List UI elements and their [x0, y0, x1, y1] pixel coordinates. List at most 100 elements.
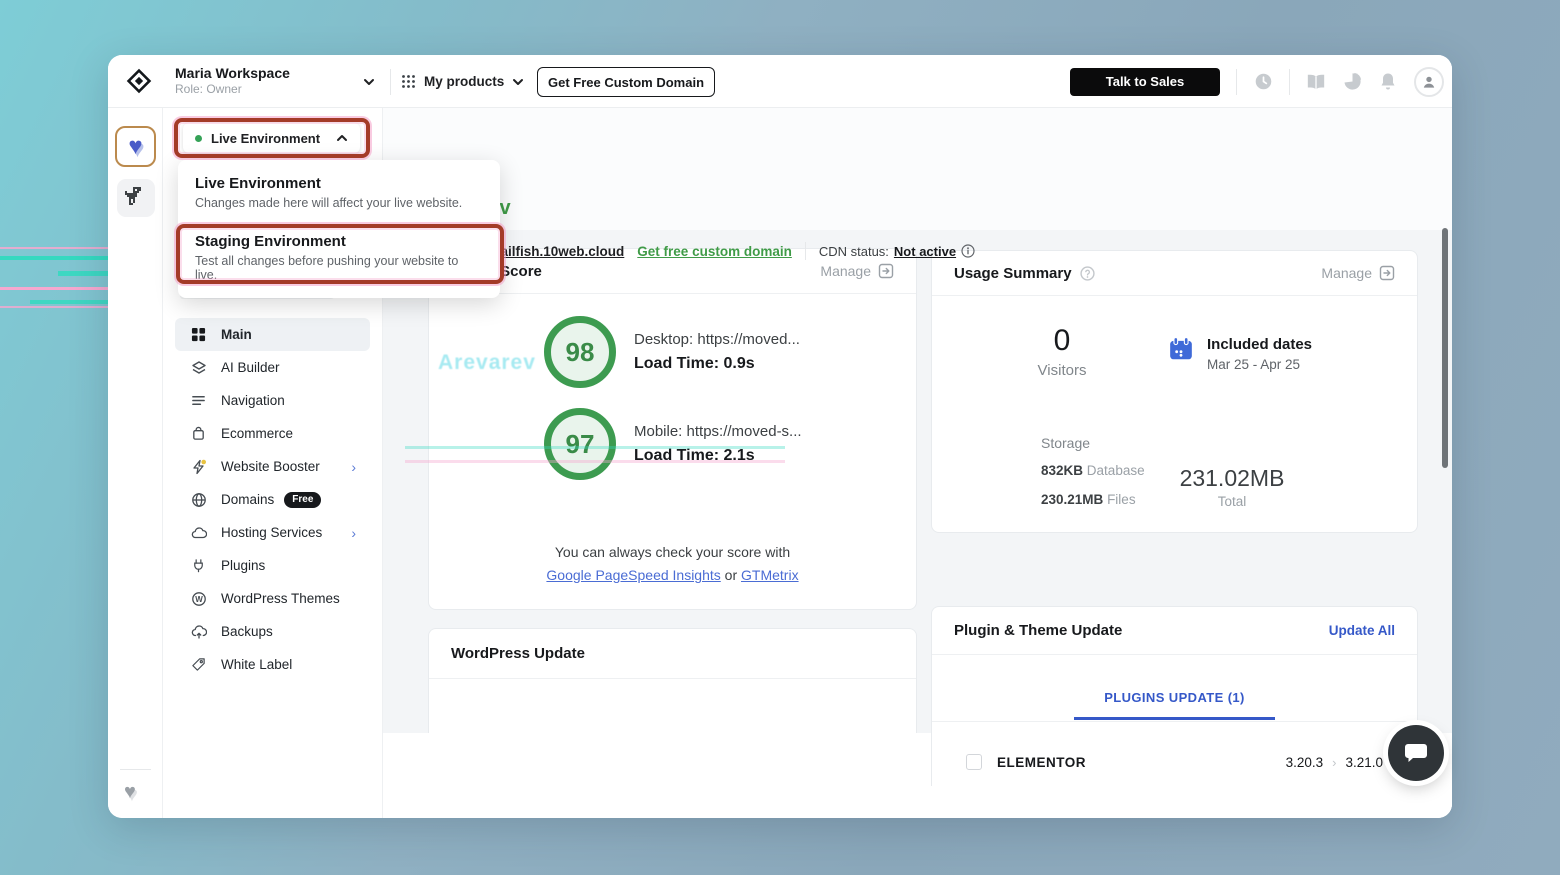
tab-plugins-update[interactable]: PLUGINS UPDATE (1) — [1074, 690, 1275, 720]
sidebar-menu: Main AI Builder Navigation Ecommerce Web… — [163, 318, 382, 681]
speech-bubble-icon — [1405, 744, 1427, 762]
dropdown-option-live-environment[interactable]: Live Environment Changes made here will … — [178, 164, 500, 222]
mobile-score-circle: 97 — [544, 408, 616, 480]
desktop-score-label: Desktop: https://moved... — [634, 331, 800, 348]
divider — [120, 769, 151, 770]
sidebar-item-main[interactable]: Main — [175, 318, 370, 351]
my-products-menu[interactable]: My products — [401, 55, 524, 108]
notifications-bell-icon[interactable] — [1378, 72, 1398, 92]
live-status-dot-icon — [195, 134, 202, 142]
visitors-value: 0 — [1053, 324, 1071, 357]
desktop-score-row: 98 Desktop: https://moved... Load Time: … — [544, 316, 800, 388]
divider — [804, 242, 806, 260]
menu-lines-icon — [190, 392, 207, 409]
files-value: 230.21MB — [1041, 492, 1104, 507]
sidebar-item-website-booster[interactable]: Website Booster › — [175, 450, 370, 483]
gtmetrix-link[interactable]: GTMetrix — [741, 567, 799, 583]
history-clock-icon[interactable] — [1253, 72, 1273, 92]
plugin-row-elementor: ELEMENTOR 3.20.3 › 3.21.0 — [932, 754, 1417, 770]
environment-selected-label: Live Environment — [211, 130, 321, 146]
cdn-value-link[interactable]: Not active — [894, 244, 956, 259]
plugin-checkbox[interactable] — [966, 754, 982, 770]
environment-selector-button[interactable]: Live Environment — [183, 123, 360, 153]
talk-to-sales-button[interactable]: Talk to Sales — [1070, 67, 1220, 96]
sidebar-item-label: WordPress Themes — [221, 591, 340, 606]
card-header: Usage Summary Manage — [932, 251, 1417, 296]
icon-rail: ♥ ♥ — [108, 108, 163, 818]
version-from: 3.20.3 — [1285, 754, 1324, 770]
option-description: Changes made here will affect your live … — [195, 196, 463, 210]
chevron-down-icon — [513, 78, 524, 85]
sidebar-item-white-label[interactable]: White Label — [175, 648, 370, 681]
chat-widget-button[interactable] — [1388, 725, 1444, 781]
site-favicon-heart-selected[interactable]: ♥ — [115, 126, 156, 167]
desktop-background: Maria Workspace Role: Owner My products — [0, 0, 1560, 875]
chevron-down-icon[interactable] — [363, 76, 375, 88]
speed-score-manage-link[interactable]: Manage — [820, 263, 894, 279]
mobile-score-row: 97 Mobile: https://moved-s... Load Time:… — [544, 408, 802, 480]
included-dates-value: Mar 25 - Apr 25 — [1207, 357, 1301, 372]
shopping-bag-icon — [190, 425, 207, 442]
user-avatar[interactable] — [1414, 66, 1444, 97]
sidebar-item-wordpress-themes[interactable]: W WordPress Themes — [175, 582, 370, 615]
card-title: Usage Summary — [954, 264, 1072, 282]
storage-label: Storage — [1041, 435, 1091, 451]
sidebar-item-label: Plugins — [221, 558, 266, 573]
cloud-icon — [190, 524, 207, 541]
sidebar-item-label: Navigation — [221, 393, 285, 408]
usage-summary-manage-link[interactable]: Manage — [1321, 265, 1395, 281]
sidebar-item-ecommerce[interactable]: Ecommerce — [175, 417, 370, 450]
chevron-up-icon — [337, 135, 347, 141]
included-dates-label: Included dates — [1207, 336, 1313, 353]
desktop-score-circle: 98 — [544, 316, 616, 388]
storage-total: 231.02MB Total — [1177, 465, 1287, 509]
plugin-tabs: PLUGINS UPDATE (1) — [932, 689, 1417, 722]
update-all-link[interactable]: Update All — [1329, 623, 1395, 638]
grid-dots-icon — [402, 75, 415, 88]
glitch-ghost-title: Arevarev — [438, 351, 536, 374]
svg-text:W: W — [195, 594, 203, 603]
plug-icon — [190, 557, 207, 574]
files-stat: 230.21MB Files — [1041, 492, 1136, 507]
footer-text: You can always check your score with — [554, 544, 791, 560]
sidebar-item-label: AI Builder — [221, 360, 280, 375]
vertical-scrollbar[interactable] — [1442, 228, 1448, 468]
get-free-custom-domain-button[interactable]: Get Free Custom Domain — [537, 67, 715, 97]
sidebar-item-domains[interactable]: Domains Free — [175, 483, 370, 516]
help-icon[interactable] — [1079, 265, 1095, 281]
google-pagespeed-link[interactable]: Google PageSpeed Insights — [546, 567, 720, 583]
sidebar-item-navigation[interactable]: Navigation — [175, 384, 370, 417]
database-label: Database — [1086, 463, 1145, 478]
booster-lightning-icon — [190, 458, 207, 475]
site-favicon-dino[interactable] — [117, 179, 155, 217]
favorites-heart-icon[interactable]: ♥ — [124, 782, 136, 802]
environment-dropdown-panel: Live Environment Changes made here will … — [178, 160, 500, 298]
visitors-stat: 0 Visitors — [1027, 324, 1097, 379]
main-content: Arevarev Arevarev moved-sailfish.10web.c… — [383, 108, 1452, 818]
plugin-versions: 3.20.3 › 3.21.0 — [1286, 755, 1383, 770]
workspace-selector[interactable]: Maria Workspace Role: Owner — [175, 65, 290, 98]
workspace-role: Role: Owner — [175, 82, 242, 97]
speed-score-footer: You can always check your score with Goo… — [546, 544, 799, 583]
my-products-label: My products — [424, 74, 505, 89]
wordpress-update-card: WordPress Update — [428, 628, 917, 733]
plugin-theme-update-card: Plugin & Theme Update Update All PLUGINS… — [931, 606, 1418, 786]
sidebar-item-ai-builder[interactable]: AI Builder — [175, 351, 370, 384]
10web-logo-icon[interactable] — [124, 66, 154, 96]
sidebar-item-plugins[interactable]: Plugins — [175, 549, 370, 582]
divider — [1289, 68, 1290, 95]
info-icon[interactable] — [961, 244, 975, 258]
chevron-right-icon: › — [351, 458, 356, 475]
plugin-name: ELEMENTOR — [997, 754, 1087, 770]
docs-book-icon[interactable] — [1306, 72, 1326, 92]
sidebar-item-backups[interactable]: Backups — [175, 615, 370, 648]
included-dates: Included dates Mar 25 - Apr 25 — [1168, 336, 1312, 372]
usage-pie-icon[interactable] — [1342, 72, 1362, 92]
option-title: Live Environment — [195, 175, 321, 192]
heart-icon: ♥ — [128, 132, 143, 160]
sidebar-item-hosting-services[interactable]: Hosting Services › — [175, 516, 370, 549]
usage-summary-card: Usage Summary Manage 0 Visitors Included… — [931, 250, 1418, 533]
get-free-custom-domain-link[interactable]: Get free custom domain — [637, 244, 792, 259]
dropdown-option-staging-environment[interactable]: Staging Environment Test all changes bef… — [178, 222, 500, 294]
sidebar-item-label: Domains — [221, 492, 275, 507]
